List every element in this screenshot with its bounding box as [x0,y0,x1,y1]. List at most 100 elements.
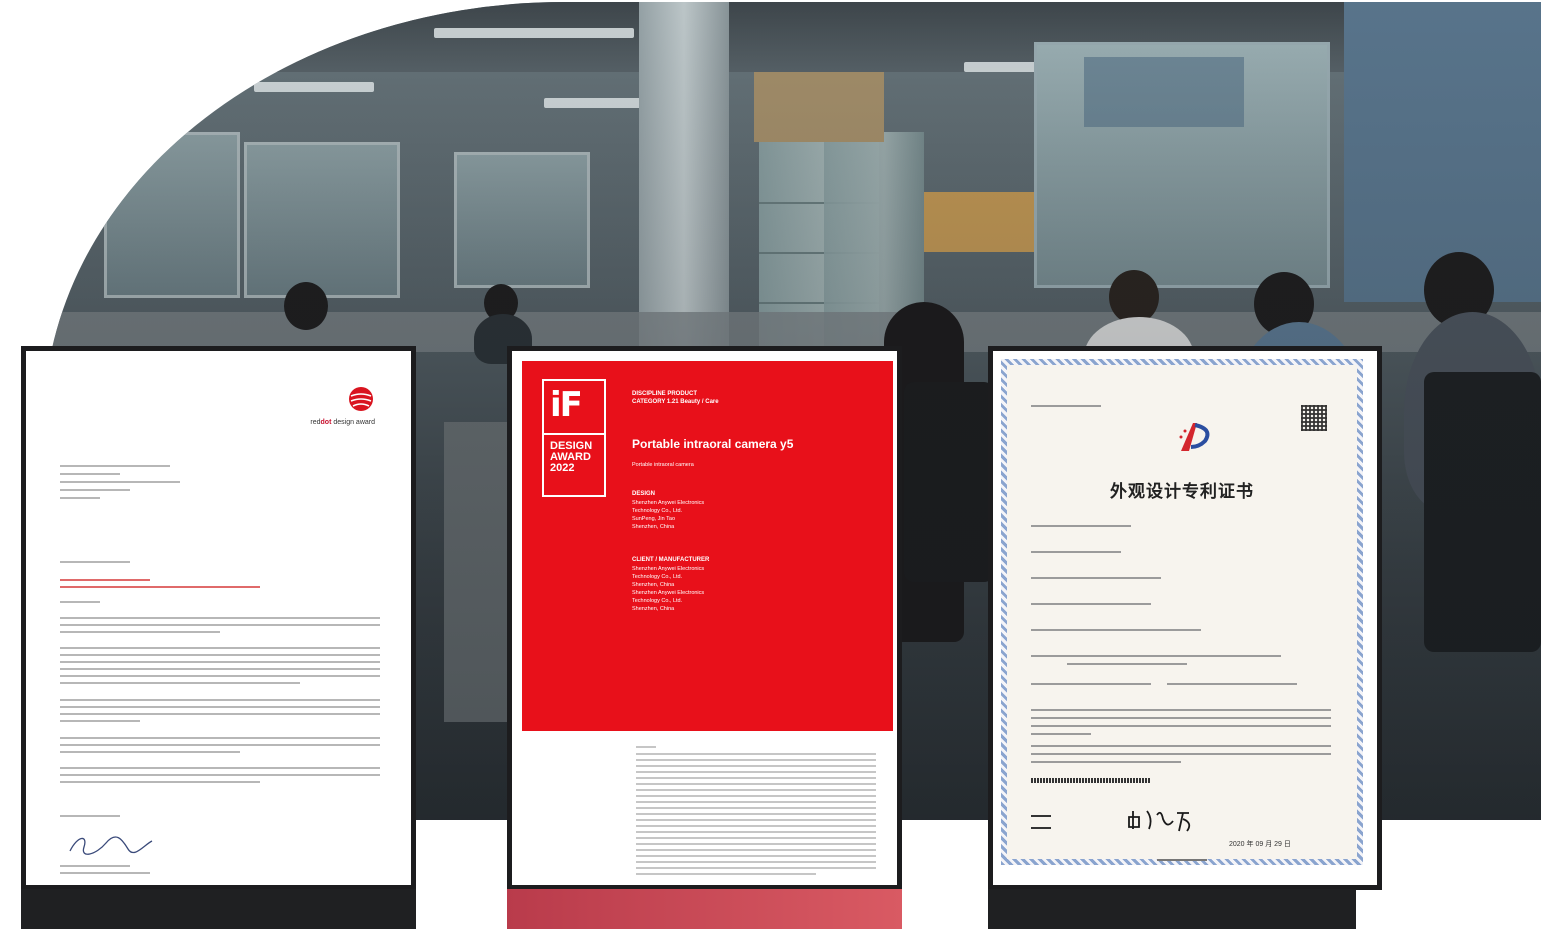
letter-body-line [60,720,140,722]
red-dot-letter-card[interactable]: reddot design award [21,346,416,890]
patent-field-line [1067,663,1187,665]
if-product-subtitle: Portable intraoral camera [632,462,694,468]
if-fine-print-line [636,849,876,851]
patent-body-line [1031,761,1181,763]
letter-body-line [60,661,380,663]
if-design-line: Shenzhen Anywei Electronics [632,500,705,506]
patent-field-line [1031,655,1281,657]
patent-body-line [1031,733,1091,735]
letter-body-line [60,631,220,633]
patent-body-line [1031,717,1331,719]
if-client-line: Technology Co., Ltd. [632,574,683,580]
patent-field-line [1031,577,1161,579]
letter-body-line [60,624,380,626]
letter-body-line [60,706,380,708]
letter-body-line [60,767,380,769]
patent-field-line [1031,683,1151,685]
if-fine-print-line [636,855,876,857]
patent-certificate-title: 外观设计专利证书 [1110,482,1254,502]
qr-code-icon [1301,405,1327,431]
letter-body-line [60,713,380,715]
letter-body-line [60,699,380,701]
patent-certificate-card[interactable]: 外观设计专利证书 2020 年 09 月 29 日 [988,346,1382,890]
letter-body-line [60,654,380,656]
letter-body-line [60,668,380,670]
if-design-line: Technology Co., Ltd. [632,508,683,514]
patent-card-footer [988,889,1356,929]
if-award-red-panel: iF DESIGN AWARD 2022 DISCIPLINE PRODUCT … [522,361,893,731]
if-fine-print-line [636,831,876,833]
red-dot-logo-icon [349,387,373,411]
if-fine-print-line [636,777,876,779]
if-fine-print-line [636,861,876,863]
patent-field-line [1031,603,1151,605]
letter-address-line [60,465,170,467]
director-signature-icon [1128,810,1191,832]
if-fine-print-line [636,819,876,821]
patent-barcode [1031,778,1151,783]
if-logo-letters: iF [550,385,583,425]
if-product-title: Portable intraoral camera y5 [632,437,794,451]
patent-body-line [1031,753,1331,755]
letter-body-line [60,675,380,677]
if-fine-print-line [636,753,876,755]
if-fine-print-line [636,801,876,803]
red-dot-brand-text: reddot design award [310,419,375,426]
if-award-card[interactable]: iF DESIGN AWARD 2022 DISCIPLINE PRODUCT … [507,346,902,890]
letter-body-line [60,737,380,739]
patent-office-emblem-icon [1179,423,1210,451]
if-fine-print-line [636,759,876,761]
if-fine-print-line [636,873,816,875]
patent-field-line [1031,525,1131,527]
letter-sender-line [60,872,150,874]
if-client-line: Shenzhen, China [632,606,675,612]
if-fine-print-line [636,813,876,815]
letter-body-line [60,751,240,753]
patent-body-line [1031,709,1331,711]
if-discipline-label: DISCIPLINE PRODUCT [632,391,698,397]
if-client-line: Shenzhen Anywei Electronics [632,566,705,572]
letter-address-line [60,473,120,475]
letter-headline-line [60,579,150,581]
if-fine-print-line [636,765,876,767]
if-design-line: SunPeng, Jin Tao [632,516,676,522]
if-fine-print-line [636,795,876,797]
letter-body-line [60,647,380,649]
if-fine-print-line [636,825,876,827]
letter-address-line [60,481,180,483]
if-client-line: Technology Co., Ltd. [632,598,683,604]
if-card-footer [507,889,902,929]
patent-body-line [1031,725,1331,727]
if-fine-print-line [636,771,876,773]
if-design-heading: DESIGN [632,491,656,497]
patent-body-line [1031,745,1331,747]
letter-body-line [60,617,380,619]
if-fine-print-line [636,867,876,869]
letter-date-line [60,561,130,563]
signature-icon [69,836,153,855]
if-client-line: Shenzhen Anywei Electronics [632,590,705,596]
if-design-line: Shenzhen, China [632,524,675,530]
patent-page-number [1157,859,1207,861]
letter-salutation-line [60,601,100,603]
if-fine-print-line [636,746,656,748]
patent-number-line [1031,405,1101,407]
patent-field-line [1031,551,1121,553]
patent-issue-date: 2020 年 09 月 29 日 [1229,841,1291,848]
letter-body-line [60,774,380,776]
letter-sender-line [60,865,130,867]
if-fine-print-line [636,789,876,791]
if-fine-print-line [636,783,876,785]
patent-director-label [1031,815,1051,829]
letter-body-line [60,682,300,684]
if-logo-award-text: DESIGN AWARD 2022 [550,440,593,474]
if-fine-print-line [636,807,876,809]
red-dot-card-footer [21,889,416,929]
if-design-award-logo: iF DESIGN AWARD 2022 [542,379,606,497]
if-fine-print-line [636,843,876,845]
letter-closing-line [60,815,120,817]
patent-certificate-border: 外观设计专利证书 2020 年 09 月 29 日 [1001,359,1363,865]
letter-body-line [60,744,380,746]
letter-body-line [60,781,260,783]
if-category-label: CATEGORY 1.21 Beauty / Care [632,399,719,405]
